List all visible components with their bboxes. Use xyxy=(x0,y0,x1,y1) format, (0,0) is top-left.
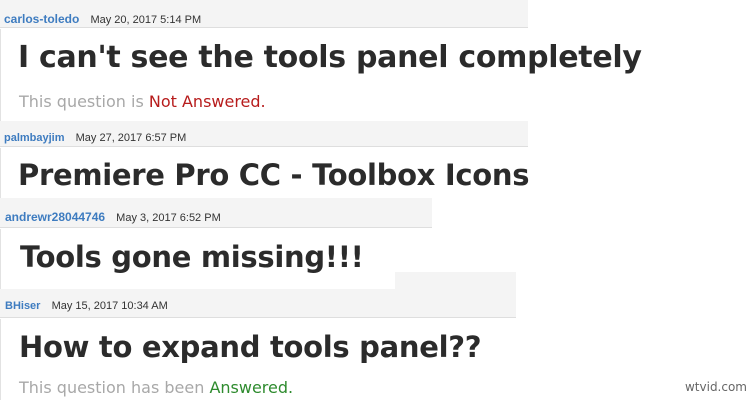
post-2-meta-bar: palmbayjim May 27, 2017 6:57 PM xyxy=(0,121,528,147)
post-1-title-link[interactable]: I can't see the tools panel completely xyxy=(18,40,642,75)
post-4-meta-bar: BHiser May 15, 2017 10:34 AM xyxy=(0,289,516,318)
post-4-username-link[interactable]: BHiser xyxy=(5,300,40,312)
watermark-text: wtvid.com xyxy=(684,380,747,394)
post-4-status: This question has been Answered. xyxy=(19,378,293,397)
post-1-status-label: This question is xyxy=(19,92,149,111)
post-3-date: May 3, 2017 6:52 PM xyxy=(116,212,221,224)
post-1-username-link[interactable]: carlos-toledo xyxy=(4,12,79,26)
post-1-meta-bar: carlos-toledo May 20, 2017 5:14 PM xyxy=(0,0,528,28)
post-2-date: May 27, 2017 6:57 PM xyxy=(75,132,187,144)
post-3-title-link[interactable]: Tools gone missing!!! xyxy=(20,240,364,274)
post-1-date: May 20, 2017 5:14 PM xyxy=(90,14,202,26)
post-2-username-link[interactable]: palmbayjim xyxy=(4,132,65,144)
post-2-title-link[interactable]: Premiere Pro CC - Toolbox Icons xyxy=(18,158,530,192)
post-4-status-value: Answered. xyxy=(209,378,294,397)
post-1-status: This question is Not Answered. xyxy=(19,92,266,111)
post-4-status-label: This question has been xyxy=(19,378,210,397)
post-4-date: May 15, 2017 10:34 AM xyxy=(51,300,168,312)
post-4-title-link[interactable]: How to expand tools panel?? xyxy=(19,330,482,364)
post-3-username-link[interactable]: andrewr28044746 xyxy=(5,210,105,224)
post-3-meta-bar: andrewr28044746 May 3, 2017 6:52 PM xyxy=(0,198,432,228)
post-1-status-value: Not Answered. xyxy=(148,92,266,111)
post-4-meta-bar xyxy=(395,272,516,289)
